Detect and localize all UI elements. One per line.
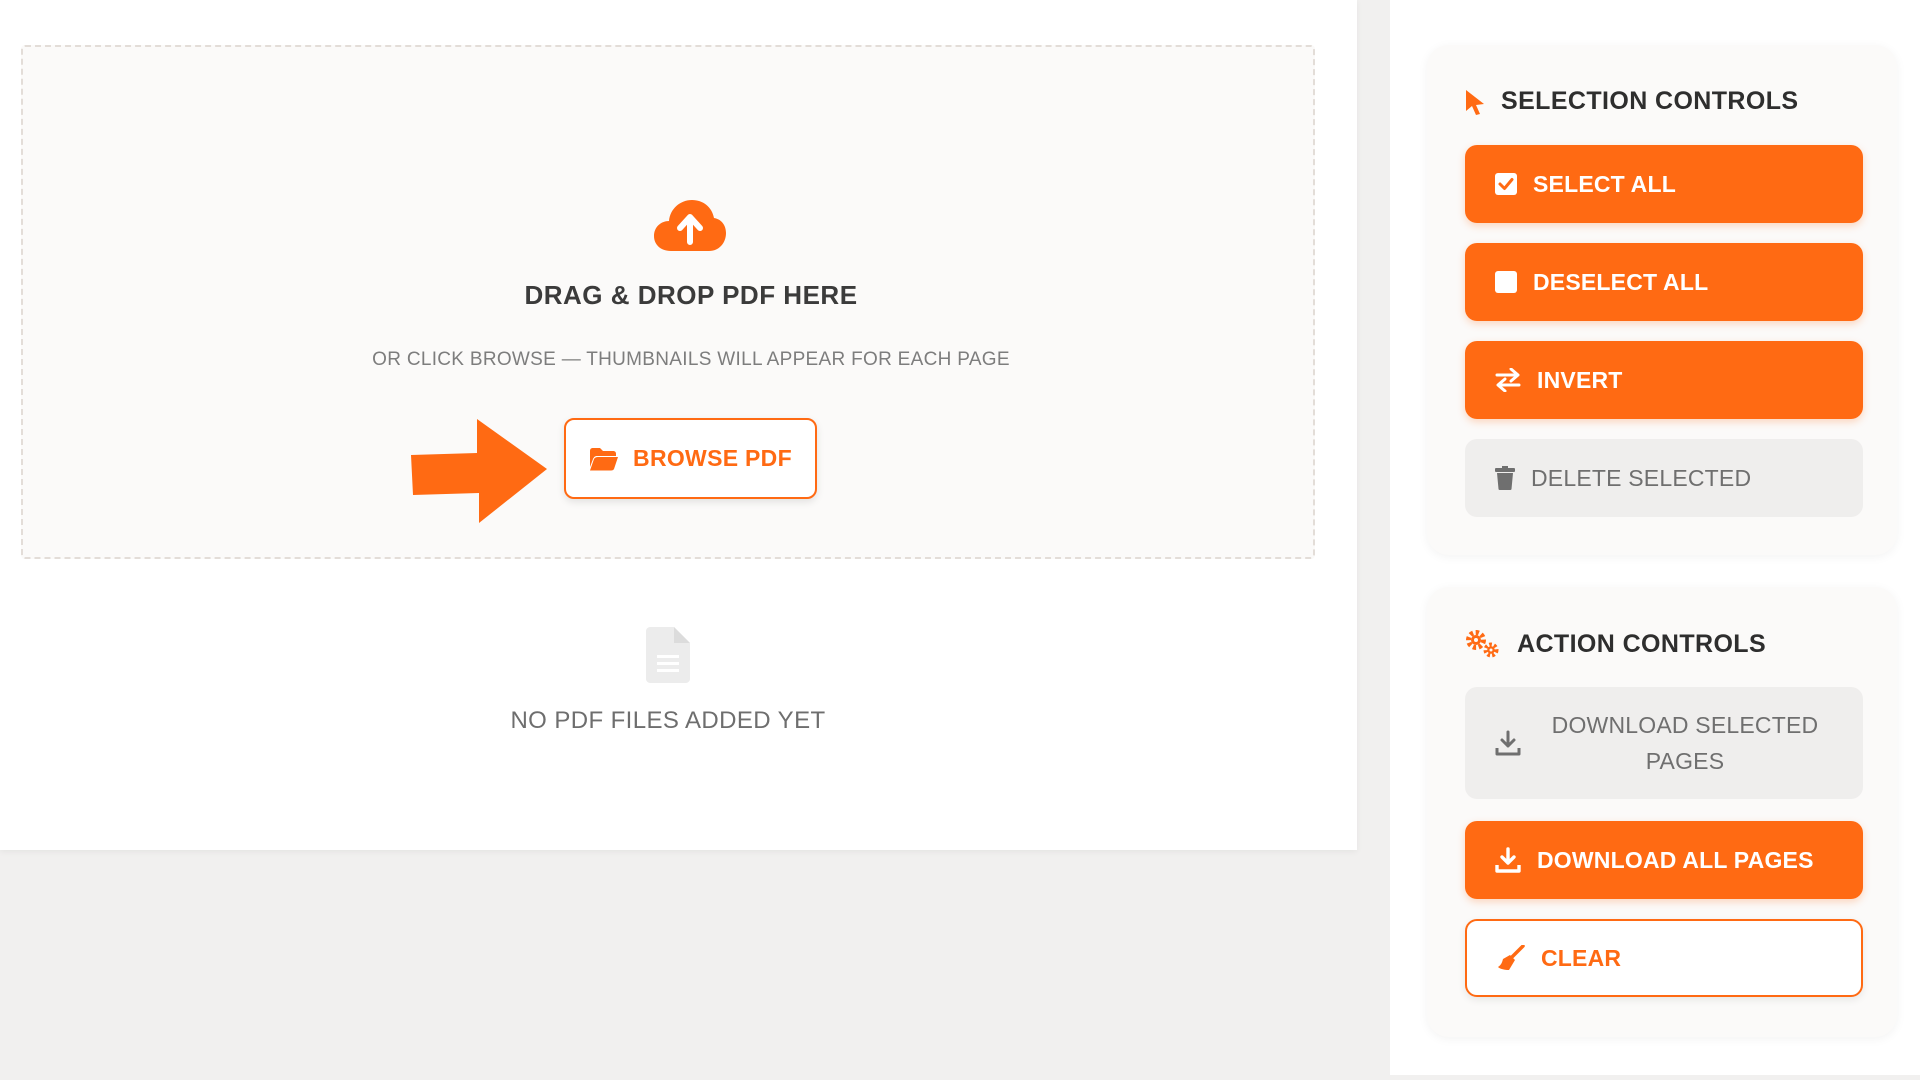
arrow-right-icon xyxy=(411,419,547,523)
invert-selection-button[interactable]: INVERT xyxy=(1465,341,1863,419)
app-stage: DRAG & DROP PDF HERE OR CLICK BROWSE — T… xyxy=(0,0,1920,1080)
clear-button[interactable]: CLEAR xyxy=(1465,919,1863,997)
browse-pdf-button[interactable]: BROWSE PDF xyxy=(564,418,817,499)
trash-icon xyxy=(1495,466,1515,490)
download-all-label: DOWNLOAD ALL PAGES xyxy=(1537,846,1814,873)
deselect-all-label: DESELECT ALL xyxy=(1533,268,1709,295)
delete-selected-label: DELETE SELECTED xyxy=(1531,464,1752,491)
cloud-upload-icon xyxy=(654,200,726,251)
selection-controls-title: SELECTION CONTROLS xyxy=(1501,87,1799,115)
download-icon xyxy=(1495,847,1521,873)
action-controls-header: ACTION CONTROLS xyxy=(1465,629,1766,659)
pdf-dropzone[interactable]: DRAG & DROP PDF HERE OR CLICK BROWSE — T… xyxy=(21,45,1315,559)
empty-state-text: NO PDF FILES ADDED YET xyxy=(510,707,826,734)
broom-icon xyxy=(1498,945,1525,970)
download-selected-label: DOWNLOAD SELECTED PAGES xyxy=(1551,712,1819,774)
gears-icon xyxy=(1466,630,1499,658)
checked-box-icon xyxy=(1495,173,1517,195)
document-icon xyxy=(646,627,690,683)
swap-arrows-icon xyxy=(1495,368,1521,392)
cursor-pointer-icon xyxy=(1466,89,1484,115)
clear-label: CLEAR xyxy=(1541,944,1622,971)
folder-open-icon xyxy=(590,447,619,470)
browse-pdf-label: BROWSE PDF xyxy=(633,445,792,471)
select-all-button[interactable]: SELECT ALL xyxy=(1465,145,1863,223)
sidebar: SELECTION CONTROLS SELECT ALL DESELECT A… xyxy=(1390,0,1920,1075)
selection-controls-header: SELECTION CONTROLS xyxy=(1465,87,1798,116)
action-controls-title: ACTION CONTROLS xyxy=(1517,629,1767,658)
selection-controls-panel: SELECTION CONTROLS SELECT ALL DESELECT A… xyxy=(1427,45,1897,555)
dropzone-title: DRAG & DROP PDF HERE xyxy=(524,280,858,310)
download-all-button[interactable]: DOWNLOAD ALL PAGES xyxy=(1465,821,1863,899)
main-card: DRAG & DROP PDF HERE OR CLICK BROWSE — T… xyxy=(0,0,1357,850)
download-icon xyxy=(1495,730,1521,756)
delete-selected-button[interactable]: DELETE SELECTED xyxy=(1465,439,1863,517)
invert-label: INVERT xyxy=(1537,366,1623,393)
select-all-label: SELECT ALL xyxy=(1533,170,1676,197)
deselect-all-button[interactable]: DESELECT ALL xyxy=(1465,243,1863,321)
dropzone-subtitle: OR CLICK BROWSE — THUMBNAILS WILL APPEAR… xyxy=(372,349,1010,370)
download-selected-button[interactable]: DOWNLOAD SELECTED PAGES xyxy=(1465,687,1863,799)
empty-box-icon xyxy=(1495,271,1517,293)
action-controls-panel: ACTION CONTROLS DOWNLOAD SELECTED PAGES … xyxy=(1427,587,1897,1037)
